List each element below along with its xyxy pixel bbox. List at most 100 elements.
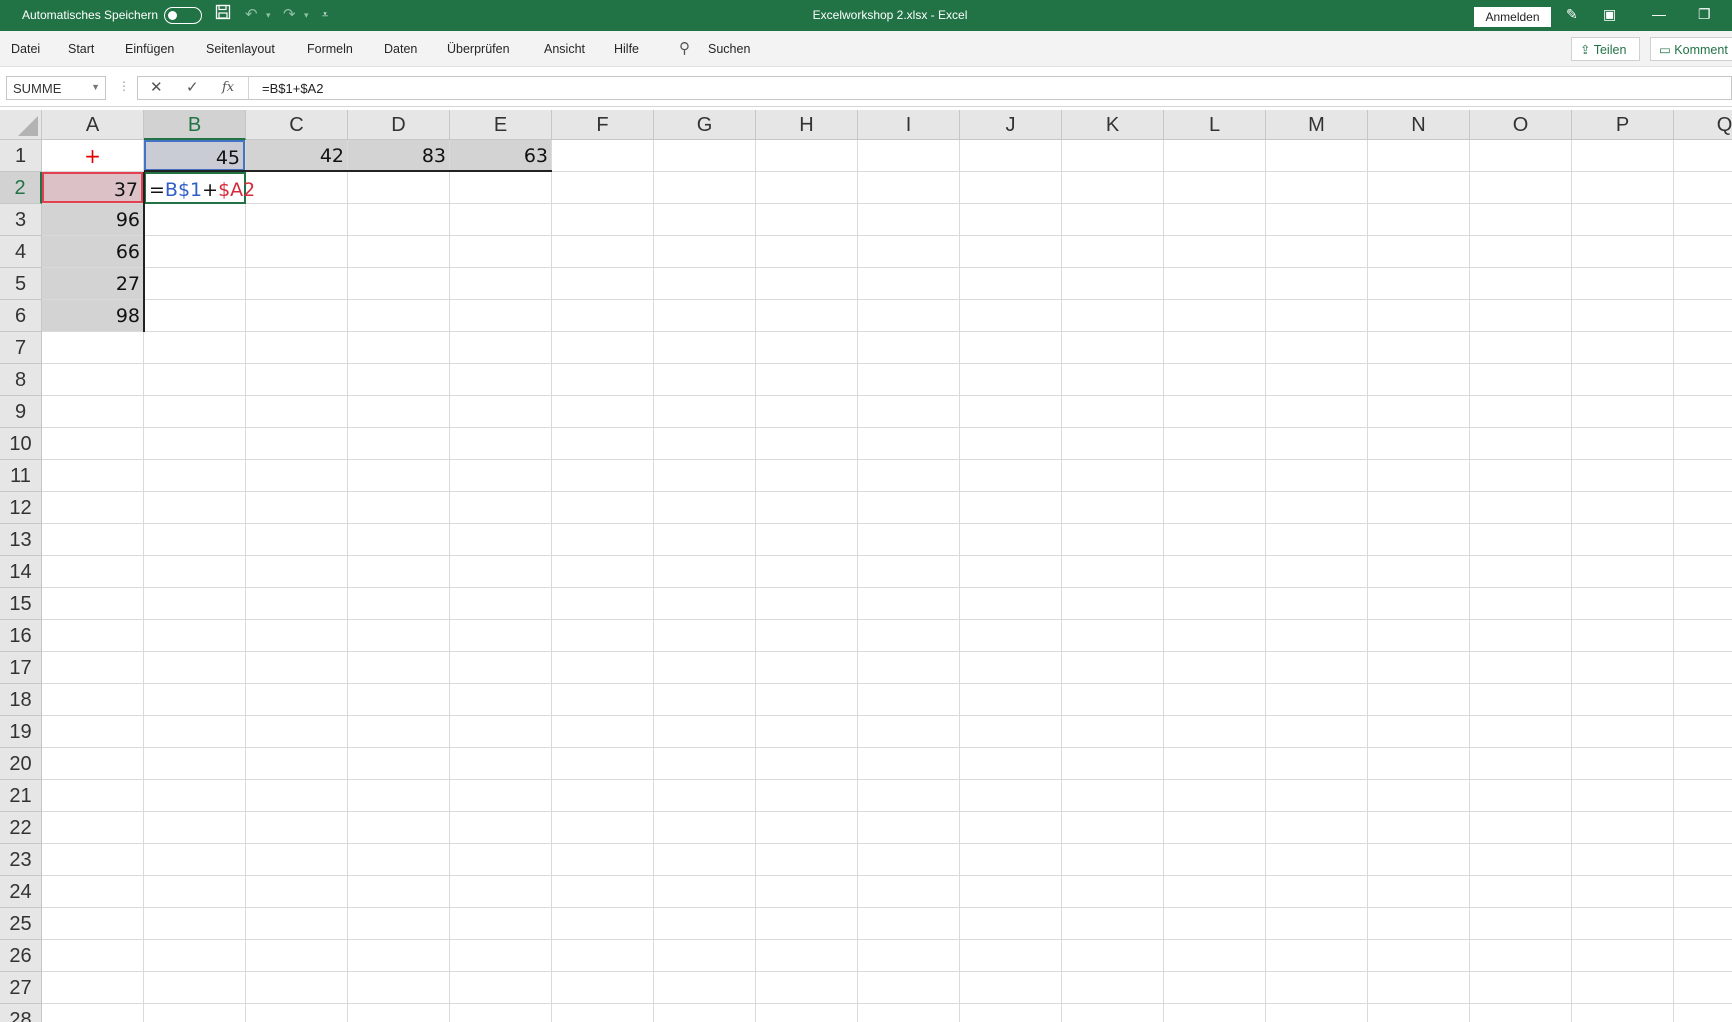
row-header-17[interactable]: 17 xyxy=(0,652,42,684)
autosave-toggle[interactable] xyxy=(164,7,202,24)
row-header-9[interactable]: 9 xyxy=(0,396,42,428)
column-header-b[interactable]: B xyxy=(144,110,246,140)
redo-dropdown-icon[interactable]: ▾ xyxy=(304,4,309,26)
column-header-l[interactable]: L xyxy=(1164,110,1266,140)
column-header-d[interactable]: D xyxy=(348,110,450,140)
column-header-m[interactable]: M xyxy=(1266,110,1368,140)
name-box[interactable]: SUMME ▼ xyxy=(6,76,106,100)
ribbon-display-icon[interactable]: ▣ xyxy=(1603,6,1616,23)
share-button[interactable]: ⇪ Teilen xyxy=(1571,37,1640,61)
gridline-horizontal xyxy=(42,683,1732,684)
row-header-3[interactable]: 3 xyxy=(0,204,42,236)
tab-einfuegen[interactable]: Einfügen xyxy=(125,42,174,56)
name-box-dropdown-icon[interactable]: ▼ xyxy=(91,82,100,92)
cell-a3[interactable]: 96 xyxy=(42,204,143,235)
column-range-border xyxy=(143,172,145,332)
column-header-o[interactable]: O xyxy=(1470,110,1572,140)
column-header-k[interactable]: K xyxy=(1062,110,1164,140)
cell-d1[interactable]: 83 xyxy=(348,140,449,171)
column-header-h[interactable]: H xyxy=(756,110,858,140)
row-header-27[interactable]: 27 xyxy=(0,972,42,1004)
tab-start[interactable]: Start xyxy=(68,42,94,56)
cell-a1[interactable]: + xyxy=(42,140,143,171)
customize-toolbar-icon[interactable]: ⩡ xyxy=(322,4,328,26)
cell-c1[interactable]: 42 xyxy=(246,140,347,171)
tab-formeln[interactable]: Formeln xyxy=(307,42,353,56)
gridline-horizontal xyxy=(42,331,1732,332)
cell-a6[interactable]: 98 xyxy=(42,300,143,331)
insert-function-icon[interactable]: fx xyxy=(222,80,234,95)
column-header-n[interactable]: N xyxy=(1368,110,1470,140)
signin-button[interactable]: Anmelden xyxy=(1474,7,1551,27)
row-header-4[interactable]: 4 xyxy=(0,236,42,268)
row-header-1[interactable]: 1 xyxy=(0,140,42,172)
search-icon[interactable]: ⚲ xyxy=(679,39,690,57)
row-header-14[interactable]: 14 xyxy=(0,556,42,588)
column-header-c[interactable]: C xyxy=(246,110,348,140)
column-header-p[interactable]: P xyxy=(1572,110,1674,140)
column-header-j[interactable]: J xyxy=(960,110,1062,140)
gridline-vertical xyxy=(1061,140,1062,1022)
select-all-corner[interactable] xyxy=(0,110,42,140)
undo-dropdown-icon[interactable]: ▾ xyxy=(266,4,271,26)
tab-hilfe[interactable]: Hilfe xyxy=(614,42,639,56)
comment-label: Komment xyxy=(1674,43,1728,57)
tab-seitenlayout[interactable]: Seitenlayout xyxy=(206,42,275,56)
column-header-i[interactable]: I xyxy=(858,110,960,140)
pen-icon[interactable]: ✎ xyxy=(1566,6,1578,23)
row-header-25[interactable]: 25 xyxy=(0,908,42,940)
row-header-20[interactable]: 20 xyxy=(0,748,42,780)
title-bar: Automatisches Speichern ↶ ▾ ↷ ▾ ⩡ Excelw… xyxy=(0,0,1732,31)
cell-e1[interactable]: 63 xyxy=(450,140,551,171)
row-header-2[interactable]: 2 xyxy=(0,172,42,204)
row-header-10[interactable]: 10 xyxy=(0,428,42,460)
row-header-6[interactable]: 6 xyxy=(0,300,42,332)
column-header-q[interactable]: Q xyxy=(1674,110,1732,140)
tab-ansicht[interactable]: Ansicht xyxy=(544,42,585,56)
tab-daten[interactable]: Daten xyxy=(384,42,417,56)
cell-a5[interactable]: 27 xyxy=(42,268,143,299)
row-header-22[interactable]: 22 xyxy=(0,812,42,844)
row-header-12[interactable]: 12 xyxy=(0,492,42,524)
cell-b1[interactable]: 45 xyxy=(144,140,245,171)
row-header-19[interactable]: 19 xyxy=(0,716,42,748)
row-header-8[interactable]: 8 xyxy=(0,364,42,396)
comments-button[interactable]: ▭ Komment xyxy=(1650,37,1732,61)
column-header-g[interactable]: G xyxy=(654,110,756,140)
row-header-23[interactable]: 23 xyxy=(0,844,42,876)
save-icon[interactable] xyxy=(215,4,231,27)
formula-bar: SUMME ▼ ⋮ ✕ ✓ fx =B$1+$A2 xyxy=(0,67,1732,107)
row-header-16[interactable]: 16 xyxy=(0,620,42,652)
cancel-icon[interactable]: ✕ xyxy=(150,78,163,96)
redo-icon[interactable]: ↷ xyxy=(283,4,296,26)
enter-icon[interactable]: ✓ xyxy=(186,78,199,96)
row-header-13[interactable]: 13 xyxy=(0,524,42,556)
row-header-24[interactable]: 24 xyxy=(0,876,42,908)
row-header-18[interactable]: 18 xyxy=(0,684,42,716)
worksheet-grid[interactable]: A B C D E F G H I J K L M N O P Q 1 2 3 4 5 6 7 8 9 10 11 12 13 14 15 16… xyxy=(0,110,1732,1022)
row-header-15[interactable]: 15 xyxy=(0,588,42,620)
row-header-11[interactable]: 11 xyxy=(0,460,42,492)
row-header-26[interactable]: 26 xyxy=(0,940,42,972)
minimize-icon[interactable]: — xyxy=(1652,6,1666,22)
tab-ueberpruefen[interactable]: Überprüfen xyxy=(447,42,510,56)
gridline-horizontal xyxy=(42,299,1732,300)
tab-datei[interactable]: Datei xyxy=(11,42,40,56)
row-header-28[interactable]: 28 xyxy=(0,1004,42,1022)
column-header-e[interactable]: E xyxy=(450,110,552,140)
row-header-21[interactable]: 21 xyxy=(0,780,42,812)
column-header-a[interactable]: A xyxy=(42,110,144,140)
cell-a2[interactable]: 37 xyxy=(42,172,143,203)
column-header-f[interactable]: F xyxy=(552,110,654,140)
cell-a4[interactable]: 66 xyxy=(42,236,143,267)
formula-part-op: + xyxy=(202,179,219,201)
row-header-5[interactable]: 5 xyxy=(0,268,42,300)
cell-b2-editing[interactable]: =B$1+$A2 xyxy=(144,172,255,204)
formula-input[interactable]: =B$1+$A2 xyxy=(262,81,323,96)
undo-icon[interactable]: ↶ xyxy=(245,4,258,26)
search-box[interactable]: Suchen xyxy=(708,42,750,56)
gridline-horizontal xyxy=(42,203,1732,204)
formula-bar-grip-icon[interactable]: ⋮ xyxy=(118,79,130,93)
restore-icon[interactable]: ❐ xyxy=(1698,6,1711,23)
row-header-7[interactable]: 7 xyxy=(0,332,42,364)
